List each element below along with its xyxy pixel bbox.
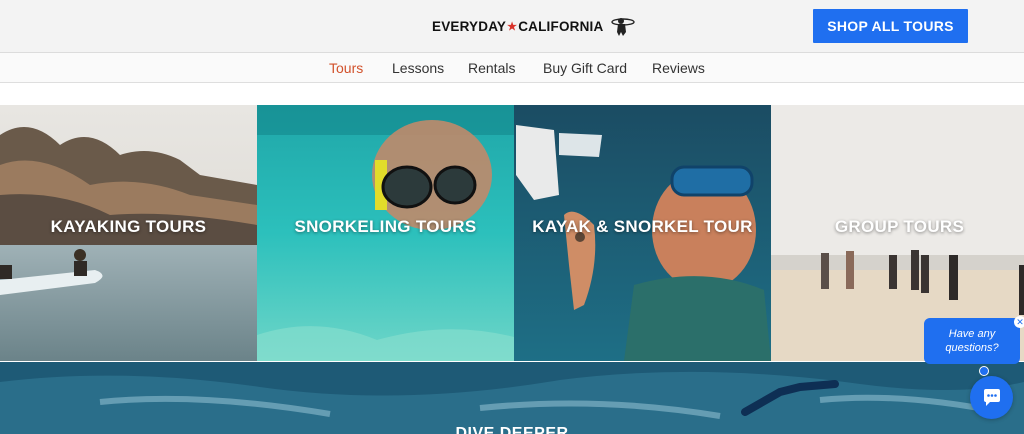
dive-deeper-banner[interactable]: DIVE DEEPER — [0, 362, 1024, 434]
site-logo[interactable]: EVERYDAY ★ CALIFORNIA — [432, 14, 637, 38]
chat-icon — [983, 388, 1000, 406]
main-nav: Tours Lessons Rentals Buy Gift Card Revi… — [0, 53, 1024, 83]
chat-prompt[interactable]: Have any questions? — [924, 318, 1020, 364]
tile-kayaking-tours[interactable]: KAYAKING TOURS — [0, 105, 257, 361]
nav-item-rentals[interactable]: Rentals — [468, 60, 515, 76]
chat-connector-dot — [979, 366, 989, 376]
chat-prompt-line1: Have any — [948, 328, 996, 340]
logo-star-icon: ★ — [507, 20, 518, 33]
close-icon[interactable]: ✕ — [1014, 316, 1024, 328]
ocean-photo — [0, 362, 1024, 434]
logo-text: EVERYDAY ★ CALIFORNIA — [432, 19, 603, 34]
surfer-mascot-icon — [611, 18, 636, 36]
nav-item-buy-gift-card[interactable]: Buy Gift Card — [543, 60, 627, 76]
nav-item-reviews[interactable]: Reviews — [652, 60, 705, 76]
chat-launcher-button[interactable] — [970, 376, 1013, 419]
tile-snorkeling-tours[interactable]: SNORKELING TOURS — [257, 105, 514, 361]
nav-item-lessons[interactable]: Lessons — [392, 60, 444, 76]
tile-kayak-snorkel-tour[interactable]: KAYAK & SNORKEL TOUR — [514, 105, 771, 361]
tile-label: KAYAKING TOURS — [50, 217, 207, 236]
tile-label: KAYAK & SNORKEL TOUR — [532, 217, 753, 236]
tile-label: GROUP TOURS — [834, 217, 965, 236]
tile-label: SNORKELING TOURS — [294, 217, 477, 236]
site-header: EVERYDAY ★ CALIFORNIA SHOP ALL TOURS — [0, 0, 1024, 53]
shop-all-tours-button[interactable]: SHOP ALL TOURS — [813, 9, 968, 43]
nav-item-tours[interactable]: Tours — [329, 60, 363, 76]
logo-text-right: CALIFORNIA — [518, 18, 604, 34]
chat-prompt-line2: questions? — [945, 342, 999, 354]
banner-label: DIVE DEEPER — [455, 425, 569, 434]
logo-text-left: EVERYDAY — [432, 18, 507, 34]
